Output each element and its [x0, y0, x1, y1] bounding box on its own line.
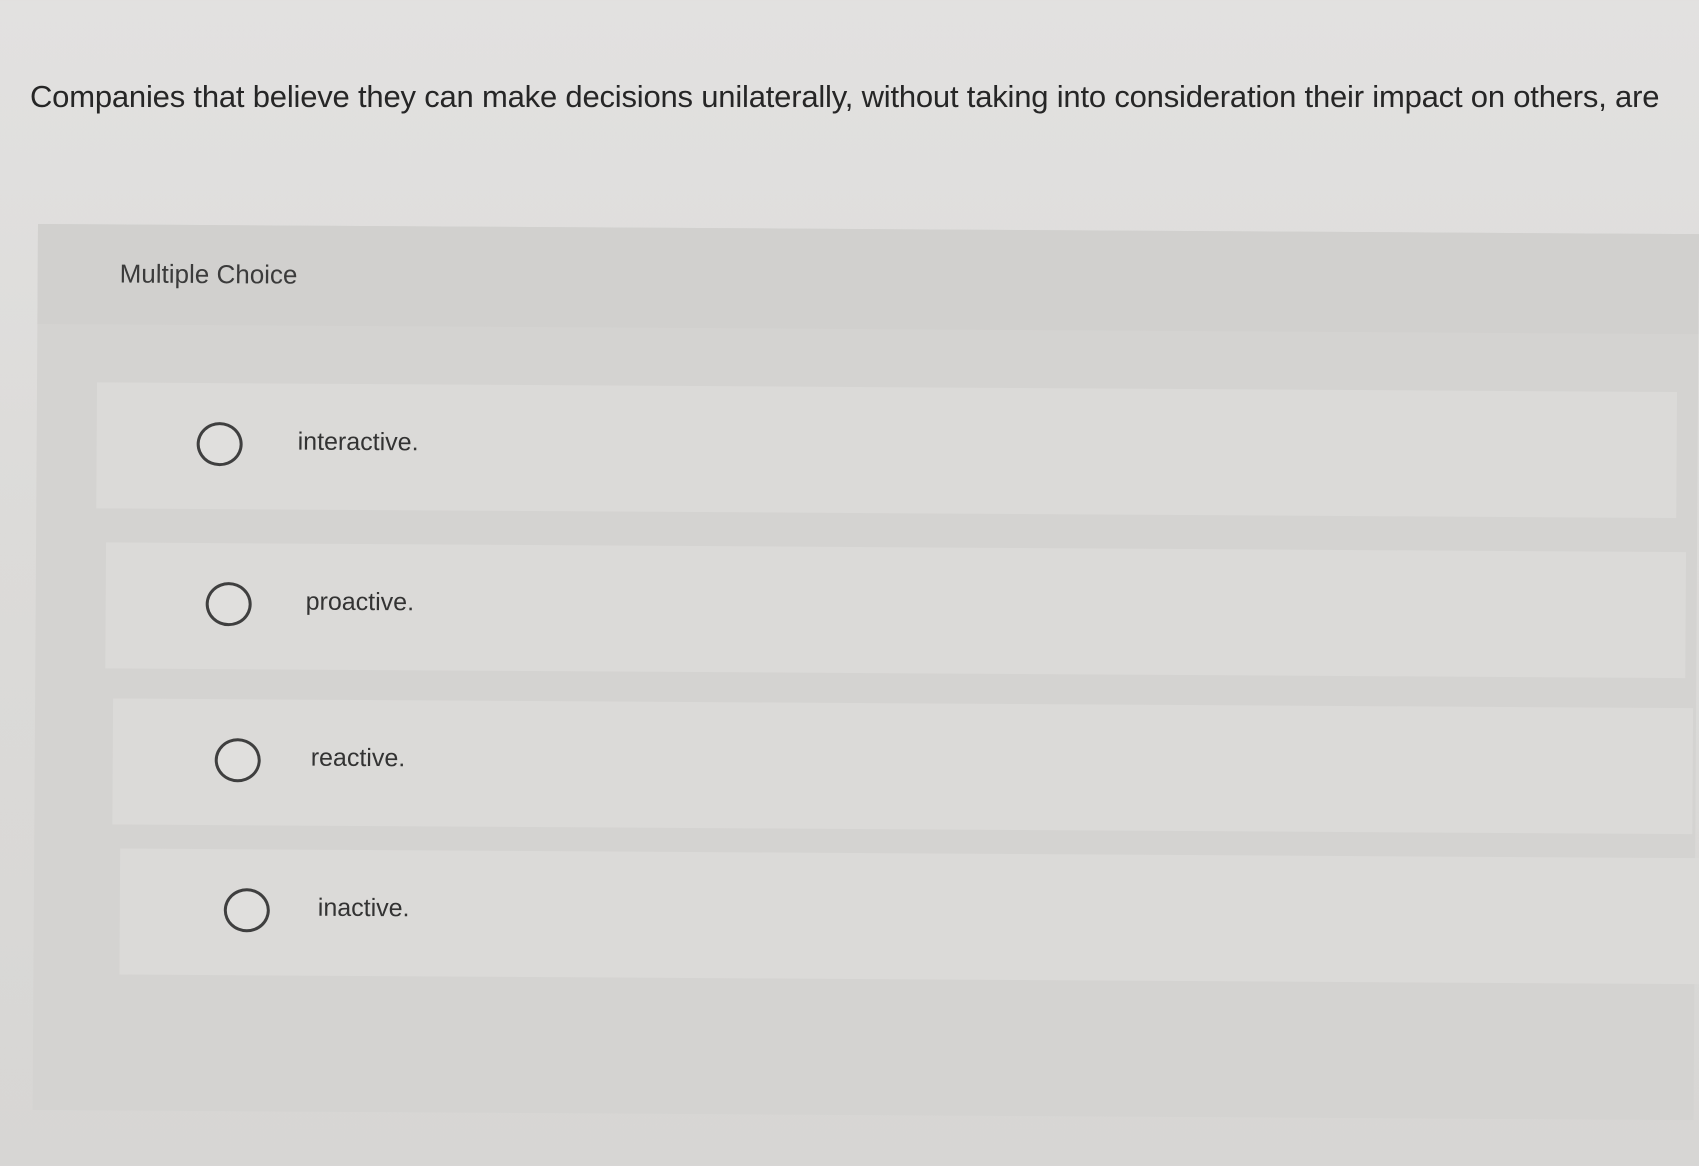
multiple-choice-title: Multiple Choice: [119, 258, 298, 290]
option-interactive[interactable]: interactive.: [96, 382, 1678, 519]
radio-button-icon[interactable]: [223, 888, 270, 933]
option-label[interactable]: reactive.: [311, 744, 406, 774]
radio-button-icon[interactable]: [214, 738, 261, 783]
multiple-choice-header: Multiple Choice: [37, 224, 1699, 335]
option-proactive[interactable]: proactive.: [105, 542, 1687, 679]
option-label[interactable]: proactive.: [306, 588, 415, 618]
multiple-choice-panel: Multiple Choice interactive. proactive. …: [32, 224, 1699, 1121]
question-text: Companies that believe they can make dec…: [30, 79, 1660, 114]
radio-button-icon[interactable]: [205, 582, 252, 627]
radio-button-icon[interactable]: [196, 421, 243, 467]
option-inactive[interactable]: inactive.: [119, 848, 1699, 985]
option-label[interactable]: inactive.: [318, 894, 410, 924]
option-label[interactable]: interactive.: [298, 428, 419, 458]
option-reactive[interactable]: reactive.: [112, 698, 1694, 835]
